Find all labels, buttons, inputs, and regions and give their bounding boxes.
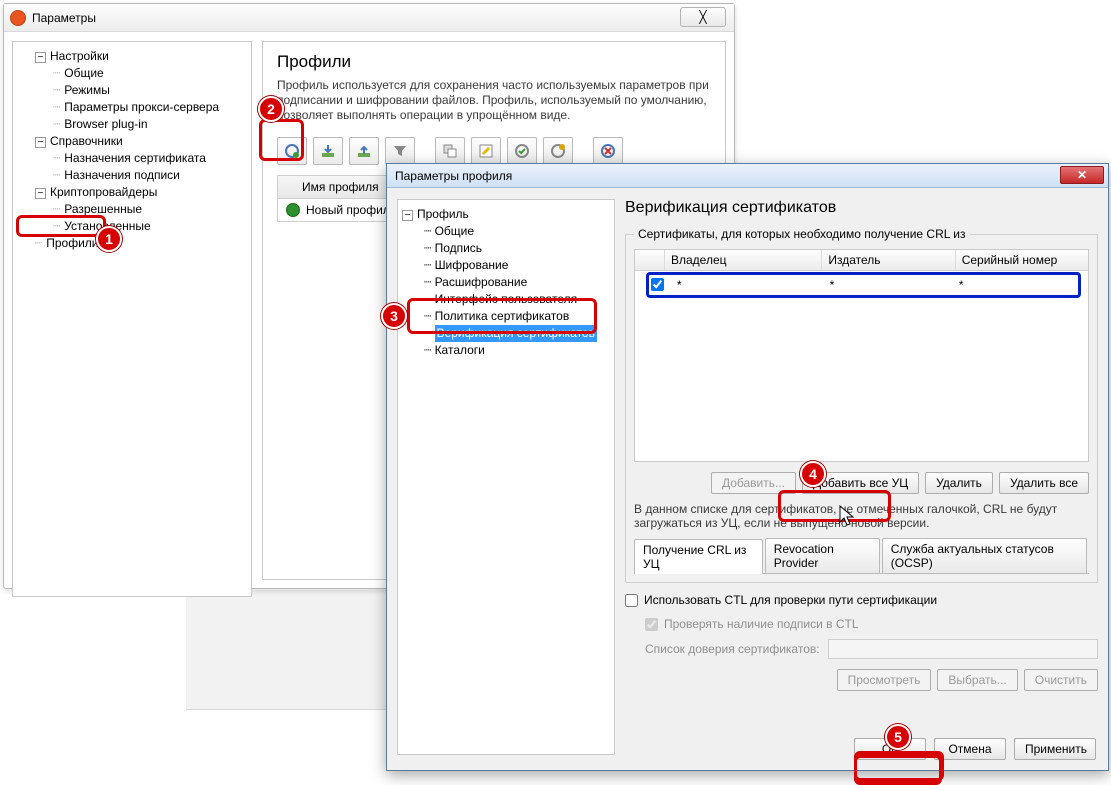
tree-node-crypto[interactable]: −Криптопровайдеры [17,184,247,201]
close-icon: ✕ [1077,168,1087,182]
view-button[interactable]: Просмотреть [837,669,932,691]
tree-item[interactable]: ┈ Политика сертификатов [402,308,610,325]
add-button[interactable]: Добавить... [711,472,796,494]
close-icon: ╳ [699,10,706,24]
tree-item[interactable]: Назначения подписи [17,167,247,184]
crl-note: В данном списке для сертификатов, не отм… [634,502,1089,530]
tree-item[interactable]: Параметры прокси-сервера [17,99,247,116]
tree-item[interactable]: Режимы [17,82,247,99]
tab-revocation[interactable]: Revocation Provider [765,538,880,573]
delete-button[interactable]: Удалить [925,472,993,494]
tab-crl[interactable]: Получение CRL из УЦ [634,539,763,574]
dialog-title: Параметры профиля [395,169,512,183]
delete-all-button[interactable]: Удалить все [999,472,1089,494]
dialog-nav-tree[interactable]: −Профиль ┈ Общие ┈ Подпись ┈ Шифрование … [397,199,615,755]
group-legend: Сертификаты, для которых необходимо полу… [634,227,970,241]
content-heading: Профили [277,52,711,72]
toolbar-new-profile-button[interactable] [277,137,307,165]
ctl-checkbox-row: Использовать CTL для проверки пути серти… [625,593,1098,607]
content-description: Профиль используется для сохранения част… [277,78,711,123]
toolbar-button[interactable] [349,137,379,165]
tree-item-profiles[interactable]: Профили [17,235,247,252]
apply-button[interactable]: Применить [1014,738,1096,760]
tree-item[interactable]: ┈ Интерфейс пользователя [402,291,610,308]
th-sn[interactable]: Серийный номер [956,250,1088,270]
trustlist-label: Список доверия сертификатов: [645,642,820,656]
tree-node-refs[interactable]: −Справочники [17,133,247,150]
cancel-button[interactable]: Отмена [934,738,1006,760]
cert-buttons: Добавить... Добавить все УЦ Удалить Удал… [634,472,1089,494]
tree-item[interactable]: ┈ Каталоги [402,342,610,359]
trustlist-buttons: Просмотреть Выбрать... Очистить [625,669,1098,691]
nav-tree[interactable]: −Настройки Общие Режимы Параметры прокси… [12,41,252,597]
toolbar [277,137,711,165]
dialog-buttons: ОК Отмена Применить [854,738,1096,760]
toolbar-button[interactable] [471,137,501,165]
titlebar: Параметры профиля ✕ [387,164,1108,188]
tree-item[interactable]: ┈ Расшифрование [402,274,610,291]
close-button[interactable]: ✕ [1060,166,1104,184]
th-issuer[interactable]: Издатель [822,250,955,270]
cert-table: Владелец Издатель Серийный номер * * * [634,249,1089,462]
tree-item[interactable]: Разрешенные [17,201,247,218]
check-sig-checkbox [645,618,658,631]
ok-button[interactable]: ОК [854,738,926,760]
profile-parameters-dialog: Параметры профиля ✕ −Профиль ┈ Общие ┈ П… [386,163,1109,771]
toolbar-button[interactable] [543,137,573,165]
crl-group: Сертификаты, для которых необходимо полу… [625,227,1098,583]
tree-item[interactable]: ┈ Подпись [402,240,610,257]
right-pane: Верификация сертификатов Сертификаты, дл… [625,199,1098,726]
toolbar-button[interactable] [435,137,465,165]
tree-node-settings[interactable]: −Настройки [17,48,247,65]
crl-tabs: Получение CRL из УЦ Revocation Provider … [634,538,1089,573]
window-title: Параметры [32,11,96,25]
app-icon [10,10,26,26]
th-owner[interactable]: Владелец [665,250,822,270]
row-checkbox[interactable] [651,278,664,291]
toolbar-button[interactable] [313,137,343,165]
pane-heading: Верификация сертификатов [625,199,1098,217]
use-ctl-label: Использовать CTL для проверки пути серти… [644,593,937,607]
trustlist-row: Список доверия сертификатов: [625,639,1098,659]
ctl-sig-row: Проверять наличие подписи в CTL [625,617,1098,631]
toolbar-button[interactable] [593,137,623,165]
tree-item[interactable]: ┈ Шифрование [402,257,610,274]
profile-icon [286,203,300,217]
table-row[interactable]: * * * [635,271,1088,298]
clear-button[interactable]: Очистить [1024,669,1098,691]
tree-item[interactable]: Назначения сертификата [17,150,247,167]
choose-button[interactable]: Выбрать... [937,669,1017,691]
add-all-button[interactable]: Добавить все УЦ [802,472,919,494]
check-sig-label: Проверять наличие подписи в CTL [664,617,859,631]
table-header: Владелец Издатель Серийный номер [635,250,1088,271]
use-ctl-checkbox[interactable] [625,594,638,607]
close-button[interactable]: ╳ [680,7,726,27]
tree-item[interactable]: Browser plug-in [17,116,247,133]
tree-item[interactable]: Установленные [17,218,247,235]
tab-ocsp[interactable]: Служба актуальных статусов (OCSP) [882,538,1087,573]
tree-item[interactable]: ┈ Общие [402,223,610,240]
trustlist-input [828,639,1098,659]
toolbar-button[interactable] [385,137,415,165]
toolbar-button[interactable] [507,137,537,165]
tree-item-selected[interactable]: ┈ Верификация сертификатов [402,325,610,342]
tree-item[interactable]: Общие [17,65,247,82]
tree-root[interactable]: −Профиль [402,206,610,223]
titlebar: Параметры ╳ [4,4,734,32]
